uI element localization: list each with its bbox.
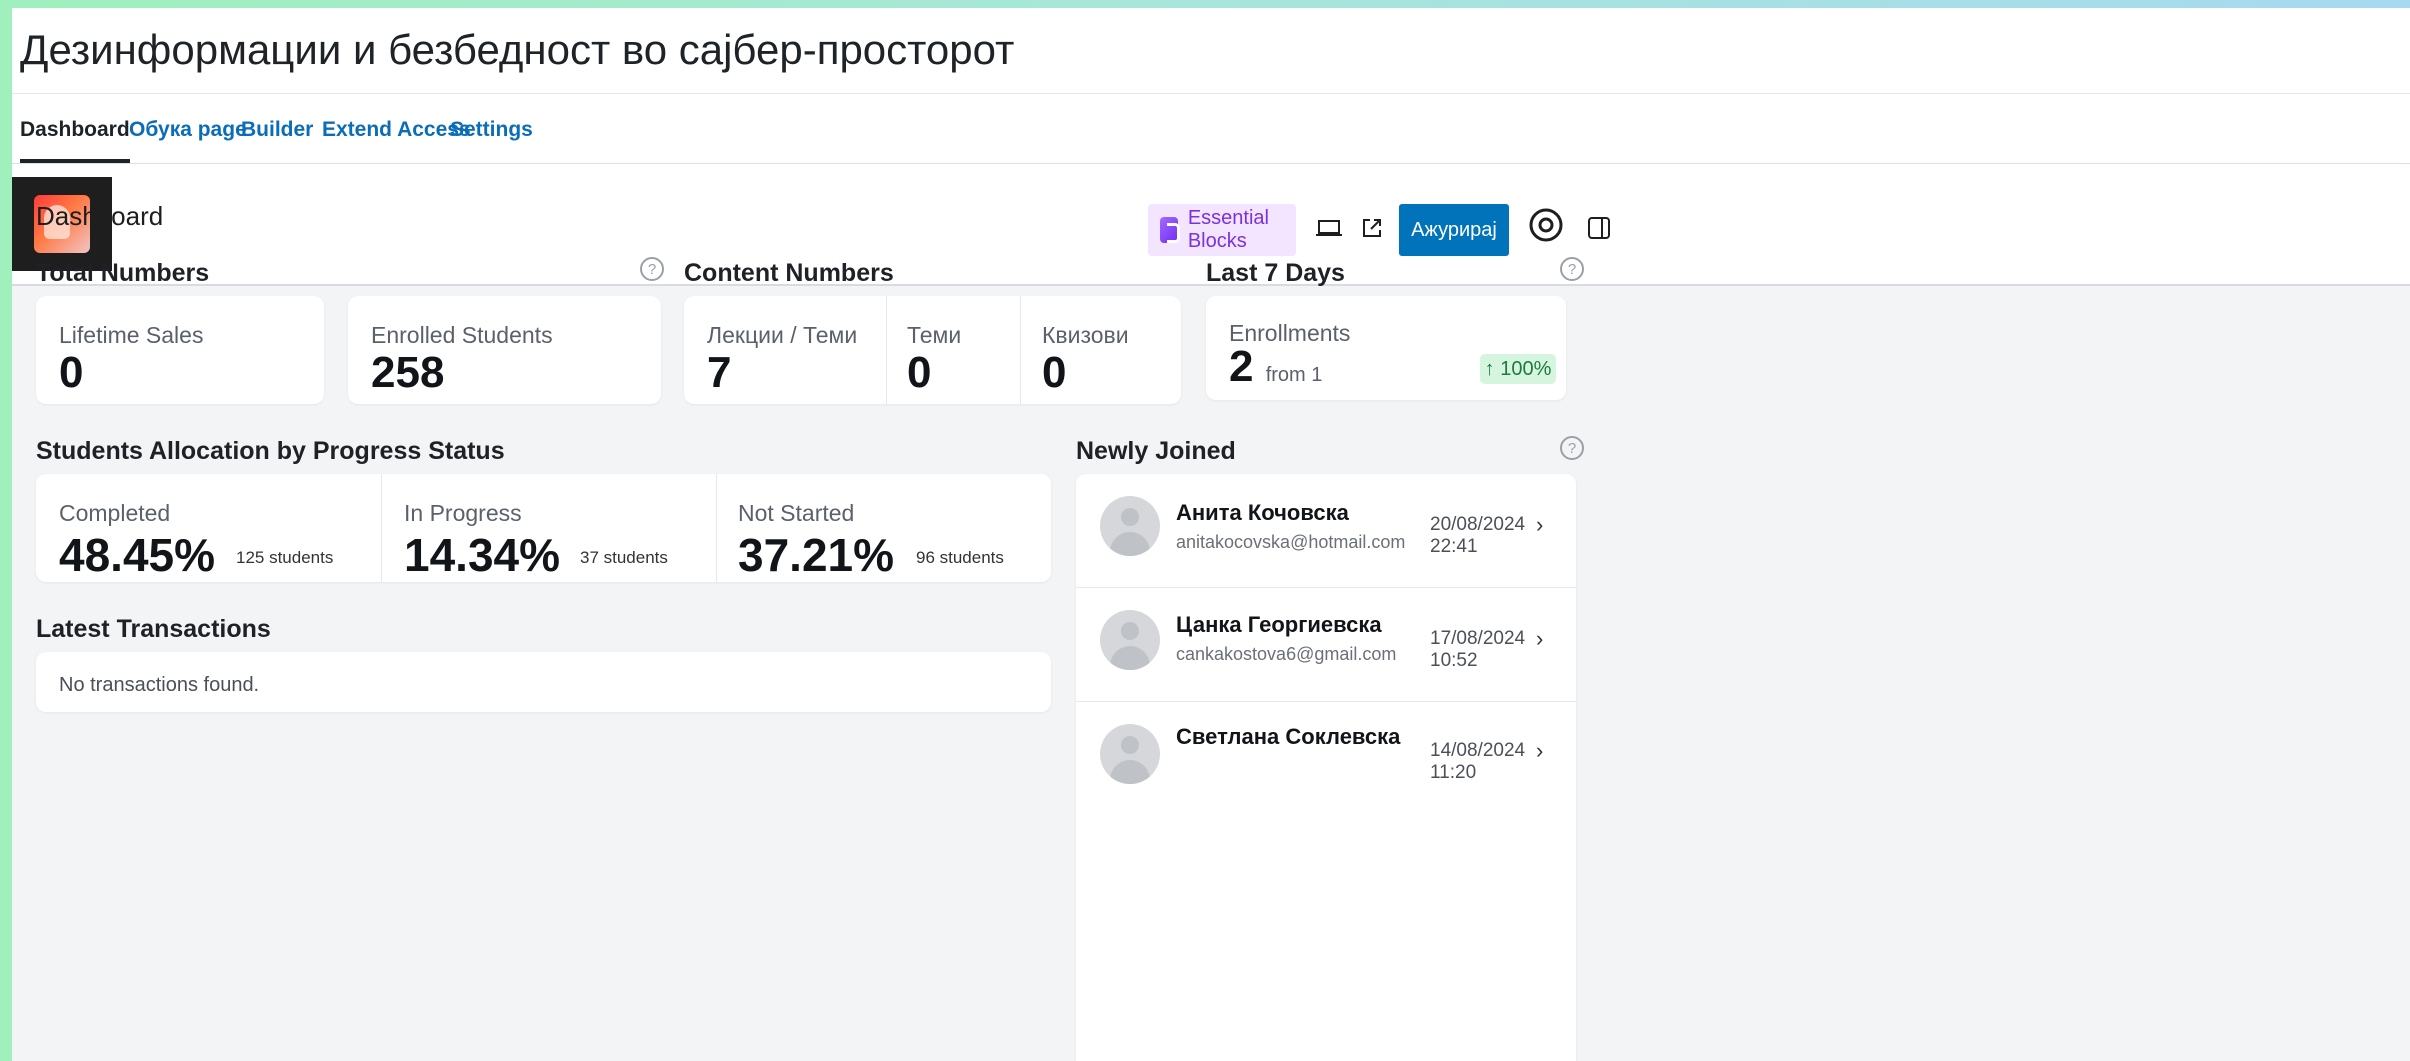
lifetime-sales-value: 0 — [59, 348, 84, 397]
content-numbers-card: Лекции / Теми 7 Теми 0 Квизови 0 — [684, 296, 1181, 404]
divider — [1020, 296, 1021, 404]
completed-students: 125 students — [236, 548, 334, 567]
top-bar: Дезинформации и безбедност во сајбер-про… — [12, 8, 2410, 94]
enrolled-students-value: 258 — [371, 348, 445, 397]
list-item[interactable]: Анита Кочовска anitakocovska@hotmail.com… — [1076, 474, 1576, 588]
chevron-right-icon[interactable]: › — [1536, 738, 1543, 764]
chevron-right-icon[interactable]: › — [1536, 626, 1543, 652]
change-badge: ↑ 100% — [1480, 354, 1556, 384]
lifetime-sales-label: Lifetime Sales — [59, 322, 204, 348]
topics-value: 0 — [907, 348, 932, 397]
help-icon[interactable]: ? — [1560, 257, 1584, 281]
user-email: anitakocovska@hotmail.com — [1176, 532, 1406, 552]
user-name: Цанка Георгиевска — [1176, 612, 1382, 637]
essential-blocks-label: Essential Blocks — [1187, 207, 1269, 252]
user-name: Анита Кочовска — [1176, 500, 1349, 525]
tab-obuka-page[interactable]: Обука page — [129, 118, 247, 142]
in-progress-percent: 14.34% — [404, 529, 561, 581]
in-progress-students: 37 students — [580, 548, 668, 567]
enrolled-students-label: Enrolled Students — [371, 322, 553, 348]
user-date: 14/08/2024 11:20 — [1430, 740, 1526, 783]
quizzes-value: 0 — [1042, 348, 1067, 397]
enrolled-students-card: Enrolled Students 258 — [348, 296, 661, 404]
total-numbers-title: Total Numbers — [36, 259, 210, 287]
lectures-label: Лекции / Теми — [707, 322, 858, 348]
enrollments-count: 2 — [1229, 342, 1254, 391]
divider — [381, 474, 382, 582]
list-item[interactable]: Цанка Георгиевска cankakostova6@gmail.co… — [1076, 588, 1576, 702]
content-numbers-title: Content Numbers — [684, 259, 894, 287]
tabs-bar: Dashboard Обука page Builder Extend Acce… — [12, 94, 2410, 164]
avatar — [1100, 496, 1160, 556]
help-icon[interactable]: ? — [640, 257, 664, 281]
user-name: Светлана Соклевска — [1176, 724, 1401, 749]
enrollments-value: 2 from 1 — [1229, 342, 1322, 392]
lifetime-sales-card: Lifetime Sales 0 — [36, 296, 324, 404]
not-started-students: 96 students — [916, 548, 1004, 567]
tab-extend-access[interactable]: Extend Access — [322, 118, 471, 142]
divider — [886, 296, 887, 404]
newly-joined-title: Newly Joined — [1076, 437, 1236, 465]
enrollments-from: from 1 — [1265, 364, 1323, 386]
chevron-right-icon[interactable]: › — [1536, 512, 1543, 538]
transactions-card: No transactions found. — [36, 652, 1051, 712]
quizzes-label: Квизови — [1042, 322, 1129, 348]
no-transactions-text: No transactions found. — [59, 674, 260, 696]
page-title: Dashboard — [36, 201, 164, 231]
completed-percent: 48.45% — [59, 529, 216, 581]
settings-circle-icon[interactable] — [1523, 202, 1569, 248]
not-started-percent: 37.21% — [738, 529, 895, 581]
list-item[interactable]: Светлана Соклевска 14/08/2024 11:20 › — [1076, 702, 1576, 816]
avatar — [1100, 724, 1160, 784]
update-button[interactable]: Ажурирај — [1399, 204, 1509, 256]
last-7-days-card: Enrollments 2 from 1 — [1206, 296, 1566, 400]
tab-builder[interactable]: Builder — [241, 118, 313, 142]
essential-blocks-icon — [1160, 217, 1180, 243]
latest-transactions-title: Latest Transactions — [36, 615, 271, 643]
lectures-value: 7 — [707, 348, 732, 397]
site-title: Дезинформации и безбедност во сајбер-про… — [20, 26, 1015, 73]
sidebar-toggle-icon[interactable] — [1579, 208, 1619, 248]
user-date: 20/08/2024 22:41 — [1430, 514, 1526, 557]
help-icon[interactable]: ? — [1560, 436, 1584, 460]
avatar — [1100, 610, 1160, 670]
essential-blocks-button[interactable]: Essential Blocks — [1148, 204, 1296, 256]
not-started-label: Not Started — [738, 500, 855, 526]
user-email: cankakostova6@gmail.com — [1176, 644, 1397, 664]
completed-label: Completed — [59, 500, 171, 526]
topics-label: Теми — [907, 322, 962, 348]
user-date: 17/08/2024 10:52 — [1430, 628, 1526, 671]
last-7-days-title: Last 7 Days — [1206, 259, 1345, 287]
external-link-icon[interactable] — [1352, 208, 1392, 248]
laptop-icon[interactable] — [1309, 208, 1349, 248]
divider — [716, 474, 717, 582]
tab-settings[interactable]: Settings — [450, 118, 533, 142]
editor-frame: Дезинформации и безбедност во сајбер-про… — [12, 8, 2410, 1061]
progress-status-card: Completed 48.45% 125 students In Progres… — [36, 474, 1051, 582]
tab-dashboard[interactable]: Dashboard — [20, 118, 130, 163]
newly-joined-card: Анита Кочовска anitakocovska@hotmail.com… — [1076, 474, 1576, 1061]
progress-status-title: Students Allocation by Progress Status — [36, 437, 505, 465]
in-progress-label: In Progress — [404, 500, 522, 526]
